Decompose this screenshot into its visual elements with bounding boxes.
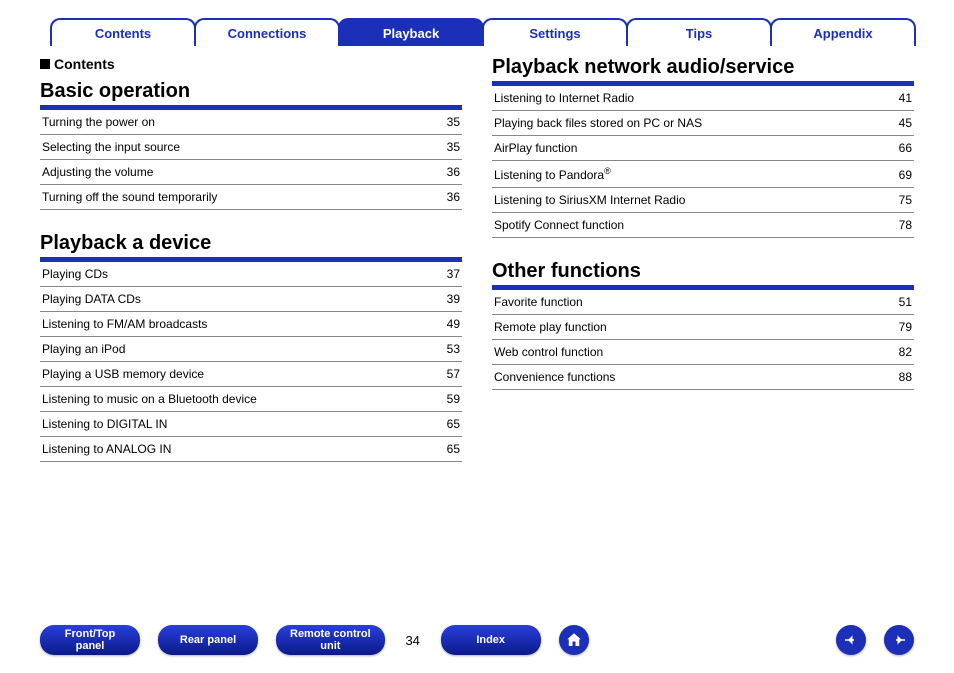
toc-page: 36 xyxy=(439,190,460,204)
tab-tips[interactable]: Tips xyxy=(626,18,772,46)
section-network-audio-title: Playback network audio/service xyxy=(492,56,914,86)
contents-header-text: Contents xyxy=(54,56,115,72)
toc-label: Convenience functions xyxy=(494,370,891,384)
section-other-functions-list: Favorite function51Remote play function7… xyxy=(492,290,914,390)
toc-label: Favorite function xyxy=(494,295,891,309)
toc-label: Playing a USB memory device xyxy=(42,367,439,381)
right-column: Playback network audio/service Listening… xyxy=(492,56,914,462)
tab-contents[interactable]: Contents xyxy=(50,18,196,46)
toc-page: 59 xyxy=(439,392,460,406)
section-other-functions-title: Other functions xyxy=(492,260,914,290)
toc-label: Listening to SiriusXM Internet Radio xyxy=(494,193,891,207)
toc-page: 88 xyxy=(891,370,912,384)
footer-nav: Front/Top panel Rear panel Remote contro… xyxy=(0,625,954,655)
toc-row[interactable]: Listening to FM/AM broadcasts49 xyxy=(40,312,462,337)
toc-page: 82 xyxy=(891,345,912,359)
toc-row[interactable]: Favorite function51 xyxy=(492,290,914,315)
toc-label: Listening to Internet Radio xyxy=(494,91,891,105)
toc-row[interactable]: Listening to music on a Bluetooth device… xyxy=(40,387,462,412)
toc-page: 78 xyxy=(891,218,912,232)
toc-row[interactable]: Remote play function79 xyxy=(492,315,914,340)
toc-page: 75 xyxy=(891,193,912,207)
square-bullet-icon xyxy=(40,59,50,69)
toc-label: Turning the power on xyxy=(42,115,439,129)
left-column: Contents Basic operation Turning the pow… xyxy=(40,56,462,462)
toc-page: 36 xyxy=(439,165,460,179)
section-playback-device-list: Playing CDs37Playing DATA CDs39Listening… xyxy=(40,262,462,462)
toc-page: 49 xyxy=(439,317,460,331)
toc-row[interactable]: Listening to Internet Radio41 xyxy=(492,86,914,111)
toc-label: Adjusting the volume xyxy=(42,165,439,179)
content-area: Contents Basic operation Turning the pow… xyxy=(40,56,914,462)
toc-row[interactable]: Listening to DIGITAL IN65 xyxy=(40,412,462,437)
index-button[interactable]: Index xyxy=(441,625,541,655)
next-page-icon[interactable] xyxy=(884,625,914,655)
toc-page: 79 xyxy=(891,320,912,334)
toc-page: 57 xyxy=(439,367,460,381)
toc-page: 65 xyxy=(439,442,460,456)
toc-page: 51 xyxy=(891,295,912,309)
toc-page: 35 xyxy=(439,140,460,154)
tab-playback[interactable]: Playback xyxy=(338,18,484,46)
tab-settings[interactable]: Settings xyxy=(482,18,628,46)
toc-label: Web control function xyxy=(494,345,891,359)
toc-label: AirPlay function xyxy=(494,141,891,155)
toc-label: Playing CDs xyxy=(42,267,439,281)
tab-connections[interactable]: Connections xyxy=(194,18,340,46)
toc-row[interactable]: Adjusting the volume36 xyxy=(40,160,462,185)
prev-page-icon[interactable] xyxy=(836,625,866,655)
toc-page: 37 xyxy=(439,267,460,281)
toc-row[interactable]: Spotify Connect function78 xyxy=(492,213,914,238)
toc-page: 41 xyxy=(891,91,912,105)
section-basic-operation-title: Basic operation xyxy=(40,80,462,110)
toc-label: Selecting the input source xyxy=(42,140,439,154)
rear-panel-button[interactable]: Rear panel xyxy=(158,625,258,655)
toc-row[interactable]: Listening to ANALOG IN65 xyxy=(40,437,462,462)
front-top-panel-button[interactable]: Front/Top panel xyxy=(40,625,140,655)
toc-label: Playing back files stored on PC or NAS xyxy=(494,116,891,130)
toc-label: Listening to DIGITAL IN xyxy=(42,417,439,431)
tab-appendix[interactable]: Appendix xyxy=(770,18,916,46)
toc-row[interactable]: Playing CDs37 xyxy=(40,262,462,287)
toc-label: Listening to Pandora® xyxy=(494,166,891,182)
toc-row[interactable]: Turning off the sound temporarily36 xyxy=(40,185,462,210)
section-basic-operation-list: Turning the power on35Selecting the inpu… xyxy=(40,110,462,210)
registered-mark-icon: ® xyxy=(604,166,611,176)
toc-page: 39 xyxy=(439,292,460,306)
remote-control-button[interactable]: Remote control unit xyxy=(276,625,385,655)
toc-row[interactable]: Listening to Pandora®69 xyxy=(492,161,914,188)
toc-row[interactable]: Selecting the input source35 xyxy=(40,135,462,160)
section-network-audio-list: Listening to Internet Radio41Playing bac… xyxy=(492,86,914,238)
toc-row[interactable]: Turning the power on35 xyxy=(40,110,462,135)
toc-page: 66 xyxy=(891,141,912,155)
toc-row[interactable]: Playing an iPod53 xyxy=(40,337,462,362)
toc-label: Playing an iPod xyxy=(42,342,439,356)
toc-row[interactable]: Playing back files stored on PC or NAS45 xyxy=(492,111,914,136)
toc-row[interactable]: Web control function82 xyxy=(492,340,914,365)
section-playback-device-title: Playback a device xyxy=(40,232,462,262)
contents-header: Contents xyxy=(40,56,462,72)
page-number: 34 xyxy=(403,633,423,648)
toc-page: 69 xyxy=(891,168,912,182)
top-tabs: ContentsConnectionsPlaybackSettingsTipsA… xyxy=(40,18,914,46)
toc-row[interactable]: Playing a USB memory device57 xyxy=(40,362,462,387)
toc-row[interactable]: Listening to SiriusXM Internet Radio75 xyxy=(492,188,914,213)
toc-page: 53 xyxy=(439,342,460,356)
toc-label: Spotify Connect function xyxy=(494,218,891,232)
toc-label: Remote play function xyxy=(494,320,891,334)
toc-label: Listening to music on a Bluetooth device xyxy=(42,392,439,406)
toc-label: Listening to FM/AM broadcasts xyxy=(42,317,439,331)
toc-label: Listening to ANALOG IN xyxy=(42,442,439,456)
toc-page: 65 xyxy=(439,417,460,431)
toc-row[interactable]: Convenience functions88 xyxy=(492,365,914,390)
toc-label: Playing DATA CDs xyxy=(42,292,439,306)
toc-page: 35 xyxy=(439,115,460,129)
toc-row[interactable]: AirPlay function66 xyxy=(492,136,914,161)
toc-row[interactable]: Playing DATA CDs39 xyxy=(40,287,462,312)
toc-label: Turning off the sound temporarily xyxy=(42,190,439,204)
home-icon[interactable] xyxy=(559,625,589,655)
toc-page: 45 xyxy=(891,116,912,130)
